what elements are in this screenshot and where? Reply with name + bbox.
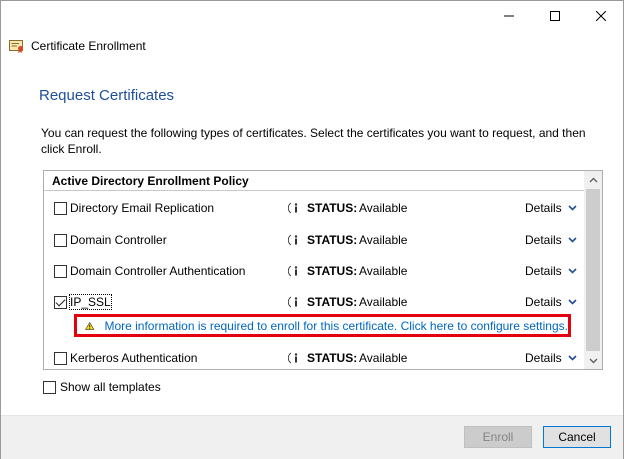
details-label: Details — [525, 233, 562, 247]
configure-settings-warning[interactable]: More information is required to enroll f… — [74, 314, 571, 337]
status-label: STATUS: — [307, 351, 358, 365]
minimize-button[interactable] — [486, 1, 532, 31]
list-scrollbar[interactable] — [584, 171, 602, 369]
chevron-down-icon — [568, 355, 577, 361]
show-all-templates-label: Show all templates — [60, 380, 161, 394]
info-icon — [288, 265, 298, 277]
certificate-checkbox[interactable] — [54, 265, 67, 278]
certificate-name: Domain Controller Authentication — [70, 264, 246, 278]
status-label: STATUS: — [307, 201, 358, 215]
status-label: STATUS: — [307, 233, 358, 247]
window-title: Certificate Enrollment — [31, 39, 146, 53]
scroll-thumb[interactable] — [586, 189, 600, 351]
certificate-name: Directory Email Replication — [70, 201, 215, 215]
chevron-down-icon — [568, 268, 577, 274]
details-toggle[interactable]: Details — [525, 295, 577, 309]
details-label: Details — [525, 201, 562, 215]
status-value: Available — [359, 351, 408, 365]
status-value: Available — [359, 233, 408, 247]
details-label: Details — [525, 351, 562, 365]
window-title-row: Certificate Enrollment — [9, 37, 146, 55]
show-all-templates-option[interactable]: Show all templates — [43, 379, 161, 395]
warning-icon — [85, 321, 95, 330]
certificate-name: Kerberos Authentication — [70, 351, 198, 365]
scroll-down-button[interactable] — [584, 352, 602, 369]
info-icon — [288, 234, 298, 246]
details-toggle[interactable]: Details — [525, 351, 577, 365]
details-label: Details — [525, 295, 562, 309]
chevron-down-icon — [568, 237, 577, 243]
scroll-up-button[interactable] — [584, 171, 602, 188]
show-all-templates-checkbox[interactable] — [43, 380, 56, 394]
close-button[interactable] — [578, 1, 624, 31]
status-label: STATUS: — [307, 264, 358, 278]
certificate-row-directory-email-replication[interactable]: Directory Email Replication STATUS: Avai… — [44, 198, 584, 220]
maximize-button[interactable] — [532, 1, 578, 31]
enroll-button[interactable]: Enroll — [464, 426, 532, 448]
status-label: STATUS: — [307, 295, 358, 309]
certificate-checkbox[interactable] — [54, 352, 67, 365]
chevron-up-icon — [589, 177, 597, 182]
chevron-down-icon — [589, 358, 597, 363]
certificate-checkbox[interactable] — [54, 296, 67, 309]
certificate-row-ip-ssl[interactable]: IP_SSL STATUS: Available Details — [44, 292, 584, 314]
close-icon — [596, 11, 606, 21]
info-icon — [288, 202, 298, 214]
details-toggle[interactable]: Details — [525, 233, 577, 247]
certificate-checkbox[interactable] — [54, 202, 67, 215]
certificate-name: IP_SSL — [69, 294, 112, 310]
info-icon — [288, 352, 298, 364]
info-icon — [288, 296, 298, 308]
configure-settings-link[interactable]: More information is required to enroll f… — [104, 319, 568, 333]
cancel-button[interactable]: Cancel — [543, 426, 611, 448]
chevron-down-icon — [568, 299, 577, 305]
certificate-row-domain-controller-authentication[interactable]: Domain Controller Authentication STATUS:… — [44, 261, 584, 283]
status-value: Available — [359, 201, 408, 215]
page-heading: Request Certificates — [39, 87, 175, 104]
details-label: Details — [525, 264, 562, 278]
details-toggle[interactable]: Details — [525, 201, 577, 215]
status-value: Available — [359, 295, 408, 309]
certificate-enrollment-icon — [9, 40, 23, 53]
certificate-name: Domain Controller — [70, 233, 167, 247]
status-value: Available — [359, 264, 408, 278]
certificate-enrollment-window: Certificate Enrollment Request Certifica… — [0, 0, 624, 459]
certificate-checkbox[interactable] — [54, 234, 67, 247]
details-toggle[interactable]: Details — [525, 264, 577, 278]
minimize-icon — [504, 15, 514, 17]
certificate-row-domain-controller[interactable]: Domain Controller STATUS: Available Deta… — [44, 230, 584, 252]
maximize-icon — [550, 11, 560, 21]
certificate-row-kerberos-authentication[interactable]: Kerberos Authentication STATUS: Availabl… — [44, 348, 584, 369]
intro-text: You can request the following types of c… — [41, 126, 586, 156]
chevron-down-icon — [568, 205, 577, 211]
certificate-list[interactable]: Active Directory Enrollment Policy Direc… — [43, 170, 603, 370]
policy-header: Active Directory Enrollment Policy — [44, 171, 584, 191]
